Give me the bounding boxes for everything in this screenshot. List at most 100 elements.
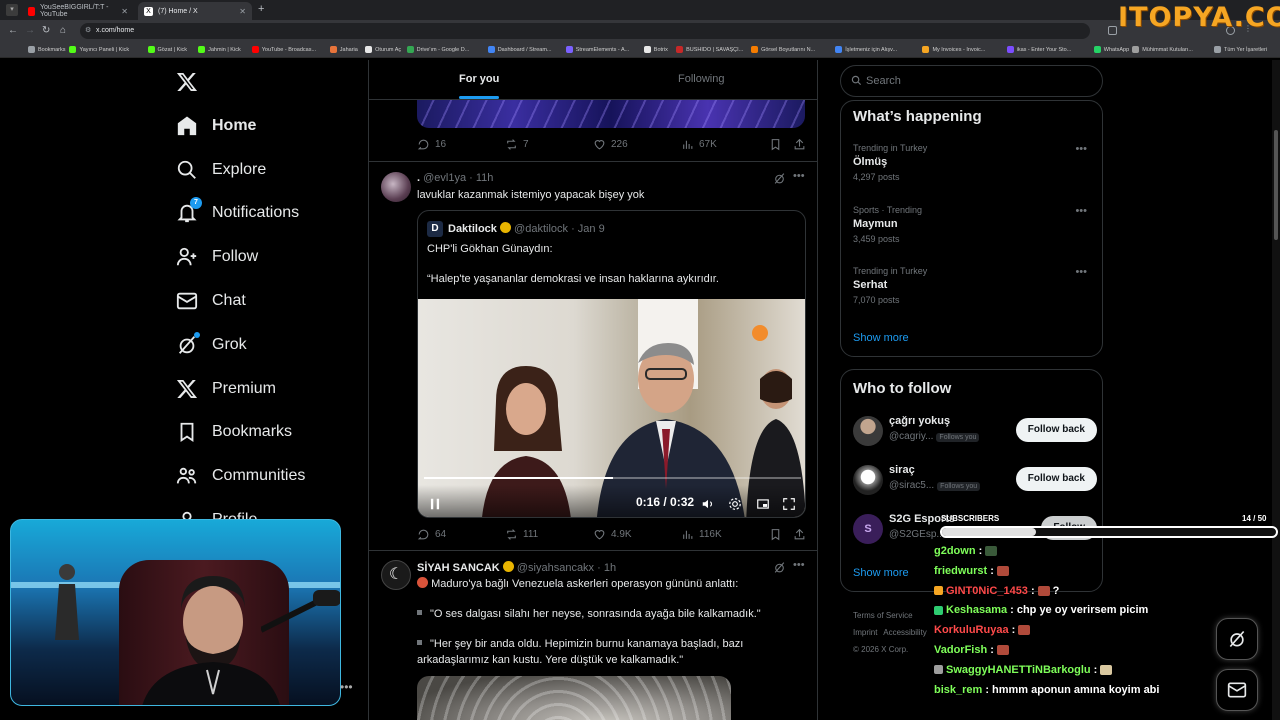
messages-floating-button[interactable] <box>1216 669 1258 711</box>
nav-follow[interactable]: Follow <box>176 243 258 271</box>
avatar[interactable] <box>381 172 411 202</box>
post-media-image[interactable] <box>417 100 805 128</box>
tab-for-you[interactable]: For you <box>459 73 500 99</box>
bookmark-item[interactable]: YouTube - Broadcas... <box>251 46 316 53</box>
follow-suggestion[interactable]: siraç @sirac5... Follows you Follow back <box>853 463 1097 499</box>
bookmark-button[interactable] <box>769 138 782 151</box>
page-scrollbar[interactable] <box>1272 60 1280 720</box>
avatar[interactable]: S <box>853 514 883 544</box>
close-tab-icon[interactable]: ✕ <box>121 7 128 16</box>
views-button[interactable]: 67K <box>681 138 717 151</box>
post-time[interactable]: 1h <box>604 562 616 574</box>
quoted-post[interactable]: D Daktilock @daktilock · Jan 9 CHP'li Gö… <box>417 210 806 518</box>
extension-icon[interactable] <box>1108 26 1117 35</box>
bookmark-item[interactable]: BUSHIDO | SAVAŞÇI... <box>676 46 743 53</box>
nav-premium[interactable]: Premium <box>176 375 276 403</box>
bookmark-item[interactable]: Jahmin | Kick <box>198 46 241 53</box>
imprint-link[interactable]: Imprint <box>853 628 877 637</box>
pause-icon[interactable] <box>428 497 442 511</box>
bookmark-item[interactable]: İşletmeniz için Alışv... <box>835 46 897 53</box>
bookmark-item[interactable]: Yayıncı Paneli | Kick <box>69 46 129 53</box>
grok-action-icon[interactable] <box>773 561 786 574</box>
follow-back-button[interactable]: Follow back <box>1015 418 1097 442</box>
x-logo-icon[interactable] <box>176 71 198 93</box>
bookmark-item[interactable]: Tüm Yer İşaretleri <box>1214 46 1267 53</box>
settings-gear-icon[interactable] <box>728 497 742 511</box>
post-media-image[interactable] <box>417 676 731 720</box>
reply-button[interactable]: 64 <box>417 528 446 541</box>
post-time[interactable]: 11h <box>476 172 494 184</box>
site-info-icon[interactable]: ⚙ <box>85 23 91 39</box>
home-browser-icon[interactable]: ⌂ <box>60 25 66 36</box>
nav-communities[interactable]: Communities <box>176 462 305 490</box>
scrollbar-thumb[interactable] <box>1274 130 1278 240</box>
show-more-link[interactable]: Show more <box>853 567 909 579</box>
bookmark-item[interactable]: Gözat | Kick <box>147 46 187 53</box>
nav-chat[interactable]: Chat <box>176 287 246 315</box>
search-input[interactable]: Search <box>840 65 1103 97</box>
author-name[interactable]: SİYAH SANCAK <box>417 562 500 574</box>
share-button[interactable] <box>793 528 806 541</box>
author-handle[interactable]: @siyahsancakx <box>517 562 594 574</box>
views-button[interactable]: 116K <box>681 528 722 541</box>
new-tab-button[interactable]: + <box>258 3 264 15</box>
reload-icon[interactable]: ↻ <box>42 25 50 36</box>
author-name[interactable]: . <box>417 172 420 184</box>
avatar[interactable] <box>853 416 883 446</box>
bookmark-item[interactable]: Jaharia <box>329 46 358 53</box>
bookmark-item[interactable]: Görsel Boyutlarını N... <box>751 46 815 53</box>
nav-grok[interactable]: Grok <box>176 331 247 359</box>
more-options-icon[interactable]: ••• <box>793 170 805 182</box>
bookmark-item[interactable]: Botrix <box>643 46 668 53</box>
bookmark-item[interactable]: WhatsApp <box>1093 46 1129 53</box>
repost-button[interactable]: 111 <box>505 528 538 541</box>
bookmark-item[interactable]: StreamElements - A... <box>565 46 629 53</box>
more-options-icon[interactable]: ••• <box>1075 143 1087 155</box>
fullscreen-icon[interactable] <box>782 497 796 511</box>
accessibility-link[interactable]: Accessibility <box>883 628 927 637</box>
terms-link[interactable]: Terms of Service <box>853 611 913 620</box>
video-progress-bar[interactable] <box>424 477 801 479</box>
more-options-icon[interactable]: ••• <box>793 559 805 571</box>
bookmark-item[interactable]: Bookmarks <box>28 46 66 53</box>
nav-explore[interactable]: Explore <box>176 156 266 184</box>
show-more-link[interactable]: Show more <box>853 332 909 344</box>
bookmark-item[interactable]: Oturum Aç <box>365 46 401 53</box>
follow-back-button[interactable]: Follow back <box>1015 467 1097 491</box>
share-button[interactable] <box>793 138 806 151</box>
avatar[interactable] <box>853 465 883 495</box>
trend-item[interactable]: Sports · Trending Maymun 3,459 posts ••• <box>853 205 1093 244</box>
nav-bookmarks[interactable]: Bookmarks <box>176 418 292 446</box>
bookmark-item[interactable]: ikas - Enter Your Sto... <box>1006 46 1071 53</box>
grok-action-icon[interactable] <box>773 172 786 185</box>
tab-following[interactable]: Following <box>678 73 724 85</box>
window-menu-icon[interactable]: ▾ <box>6 4 18 16</box>
author-handle[interactable]: @evl1ya <box>423 172 466 184</box>
bookmark-item[interactable]: Mühimmat Kutuları... <box>1132 46 1193 53</box>
nav-home[interactable]: Home <box>176 112 256 140</box>
close-tab-icon[interactable]: ✕ <box>239 7 246 16</box>
bookmark-item[interactable]: Drive'ım - Google D... <box>406 46 469 53</box>
browser-tab-x[interactable]: X (7) Home / X ✕ <box>138 2 252 20</box>
grok-floating-button[interactable] <box>1216 618 1258 660</box>
bookmark-item[interactable]: My Invoices - Invoic... <box>922 46 985 53</box>
picture-in-picture-icon[interactable] <box>756 497 770 511</box>
avatar[interactable]: ☾ <box>381 560 411 590</box>
trend-item[interactable]: Trending in Turkey Serhat 7,070 posts ••… <box>853 266 1093 305</box>
back-icon[interactable]: ← <box>8 25 18 36</box>
more-options-icon[interactable]: ••• <box>340 680 353 694</box>
reply-button[interactable]: 16 <box>417 138 446 151</box>
more-options-icon[interactable]: ••• <box>1075 266 1087 278</box>
like-button[interactable]: 226 <box>593 138 628 151</box>
nav-notifications[interactable]: 7 Notifications <box>176 197 299 227</box>
bookmark-item[interactable]: Dashboard / Stream... <box>487 46 552 53</box>
follow-suggestion[interactable]: çağrı yokuş @cagriy... Follows you Follow… <box>853 414 1097 450</box>
volume-icon[interactable] <box>701 497 715 511</box>
like-button[interactable]: 4.9K <box>593 528 632 541</box>
browser-tab-youtube[interactable]: YouSeeBIGGIRL/T:T - YouTube ✕ <box>22 2 134 20</box>
trend-item[interactable]: Trending in Turkey Ölmüş 4,297 posts ••• <box>853 143 1093 182</box>
more-options-icon[interactable]: ••• <box>1075 205 1087 217</box>
address-bar[interactable]: ⚙ x.com/home <box>80 23 1090 39</box>
video-player[interactable]: 0:16 / 0:32 <box>418 299 805 517</box>
forward-icon[interactable]: → <box>25 25 35 36</box>
